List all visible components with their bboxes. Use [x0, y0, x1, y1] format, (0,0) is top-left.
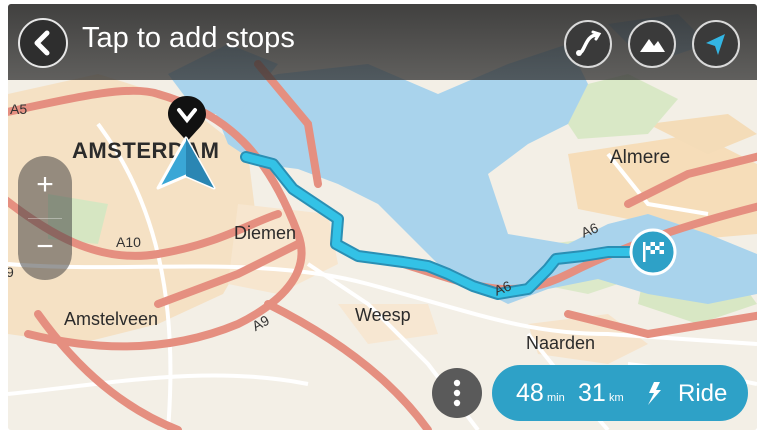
destination-flag-icon[interactable]: [629, 228, 677, 276]
terrain-view-button[interactable]: [628, 20, 676, 68]
terrain-icon: [640, 39, 665, 52]
route-button[interactable]: [564, 20, 612, 68]
city-label-naarden: Naarden: [526, 333, 596, 353]
route-duration-unit: min: [547, 392, 565, 404]
more-options-button[interactable]: [432, 368, 482, 418]
back-arrow-icon: [34, 30, 50, 56]
motorcycle-rider-icon: [648, 382, 661, 405]
city-label-almere: Almere: [610, 147, 671, 168]
route-distance-value: 31: [578, 379, 606, 407]
more-vertical-icon: [453, 379, 461, 407]
city-label-weesp: Weesp: [355, 305, 411, 325]
ride-label: Ride: [678, 380, 728, 407]
back-button[interactable]: [18, 18, 68, 68]
location-button[interactable]: [692, 20, 740, 68]
city-label-amstelveen: Amstelveen: [64, 309, 159, 329]
top-bar: Tap to add stops: [8, 4, 757, 80]
route-duration-value: 48: [516, 379, 544, 407]
road-label-a5: A5: [10, 101, 28, 117]
route-icon: [576, 30, 602, 56]
current-position-marker-icon: [156, 136, 216, 190]
ride-button[interactable]: 48 min 31 km Ride: [492, 365, 748, 421]
city-label-diemen: Diemen: [234, 223, 297, 243]
route-distance-unit: km: [609, 392, 624, 404]
navigation-screen: AMSTERDAM Almere Diemen Weesp Amstelveen…: [8, 4, 757, 430]
zoom-in-button[interactable]: +: [18, 156, 72, 218]
zoom-out-button[interactable]: −: [18, 218, 72, 280]
location-arrow-icon: [706, 34, 725, 55]
road-label-9: 9: [8, 264, 14, 280]
road-label-a10: A10: [116, 234, 141, 250]
zoom-controls: + −: [18, 156, 72, 280]
page-title: Tap to add stops: [82, 22, 295, 54]
